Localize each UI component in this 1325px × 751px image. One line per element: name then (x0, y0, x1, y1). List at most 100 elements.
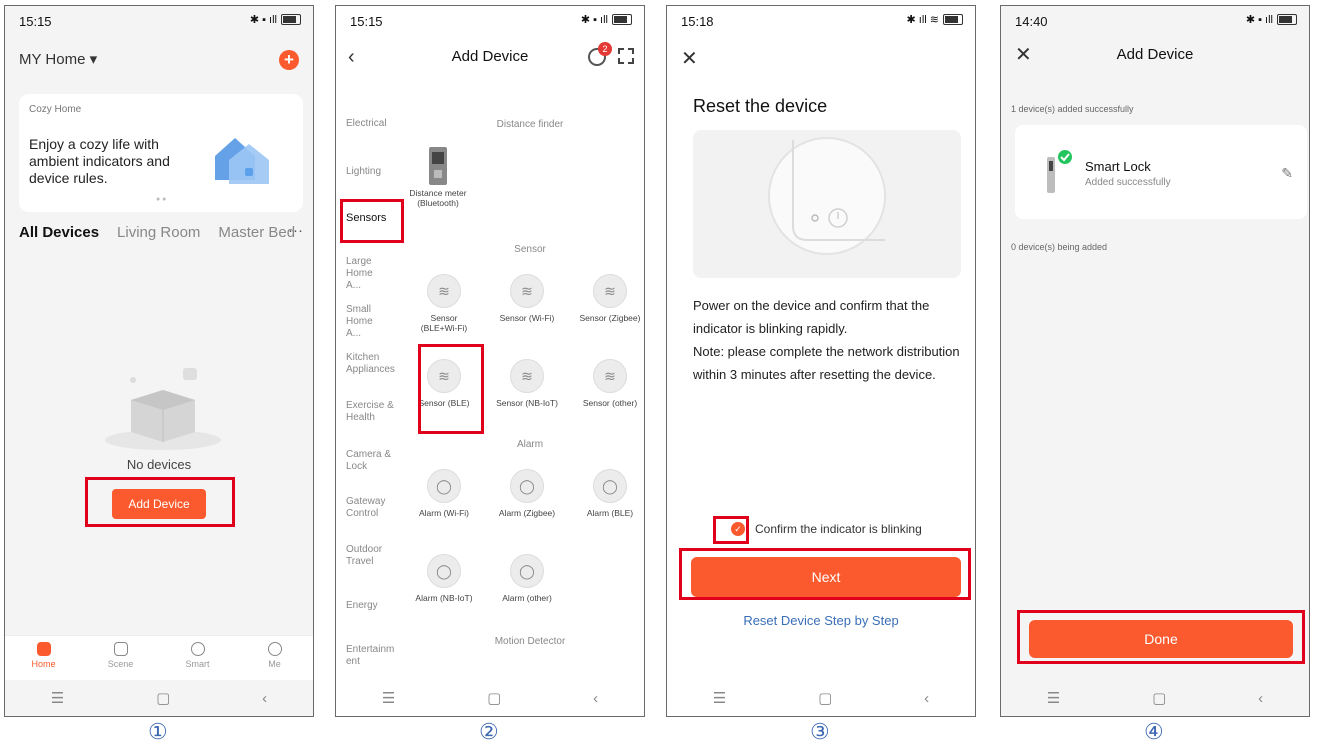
category-lighting[interactable]: Lighting (346, 166, 406, 178)
home-nav-icon[interactable]: ▢ (156, 689, 170, 707)
smart-lock-icon (1047, 150, 1072, 193)
carousel-dots: ● ● (156, 196, 167, 203)
highlight-next (679, 548, 971, 600)
device-alarm-nbiot[interactable]: ◯ Alarm (NB-IoT) (412, 554, 476, 603)
notification-badge: 2 (598, 42, 612, 56)
tab-scene-label: Scene (107, 659, 134, 669)
device-distance-meter[interactable]: Distance meter (Bluetooth) (406, 146, 470, 208)
status-time: 15:18 (681, 14, 714, 29)
status-bar: 15:15 ✱ ▪ ıll (5, 6, 313, 36)
section-motion-detector: Motion Detector (494, 636, 566, 647)
category-camera-lock[interactable]: Camera & Lock (346, 449, 396, 473)
highlight-sensor-ble (418, 344, 484, 434)
tab-scene[interactable]: Scene (91, 636, 151, 680)
edit-pencil-icon[interactable]: ✎ (1281, 165, 1293, 182)
highlight-done (1017, 610, 1305, 664)
alarm-icon: ◯ (510, 554, 544, 588)
screen-device-added: 14:40 ✱ ▪ ıll ✕ Add Device 1 device(s) a… (1000, 5, 1310, 717)
category-electrical[interactable]: Electrical (346, 118, 406, 130)
confirm-label[interactable]: Confirm the indicator is blinking (755, 522, 922, 536)
profile-icon (267, 642, 282, 656)
device-label: Alarm (other) (502, 593, 552, 603)
device-sensor-other[interactable]: ≋ Sensor (other) (578, 359, 642, 408)
back-nav-icon[interactable]: ‹ (1258, 690, 1263, 707)
highlight-checkbox (713, 516, 749, 544)
alarm-icon: ◯ (510, 469, 544, 503)
back-nav-icon[interactable]: ‹ (262, 690, 267, 707)
tab-smart[interactable]: Smart (168, 636, 228, 680)
device-alarm-zigbee[interactable]: ◯ Alarm (Zigbee) (495, 469, 559, 518)
system-nav-bar: ☰ ▢ ‹ (5, 680, 313, 716)
alarm-icon: ◯ (593, 469, 627, 503)
cozy-home-banner[interactable]: Cozy Home Enjoy a cozy life with ambient… (19, 94, 303, 212)
tab-master-bedroom[interactable]: Master Bed (218, 224, 295, 241)
device-label: Sensor (Wi-Fi) (499, 313, 555, 323)
category-kitchen[interactable]: Kitchen Appliances (346, 352, 406, 376)
home-selector[interactable]: MY Home ▾ (19, 50, 97, 68)
section-sensor: Sensor (514, 244, 546, 255)
page-title: Reset the device (693, 96, 828, 116)
category-small-home[interactable]: Small Home A... (346, 304, 386, 340)
sensor-wave-icon: ≋ (510, 274, 544, 308)
status-bar: 15:18 ✱ ıll ≋ (667, 6, 975, 36)
category-exercise[interactable]: Exercise & Health (346, 400, 396, 424)
device-sensor-ble-wifi[interactable]: ≋ Sensor (BLE+Wi-Fi) (412, 274, 476, 333)
home-nav-icon[interactable]: ▢ (487, 689, 501, 707)
device-sensor-nbiot[interactable]: ≋ Sensor (NB-IoT) (495, 359, 559, 408)
back-nav-icon[interactable]: ‹ (593, 690, 598, 707)
device-label: Sensor (Zigbee) (579, 313, 641, 323)
tab-home[interactable]: Home (14, 636, 74, 680)
scan-icon[interactable] (618, 48, 634, 64)
sensor-wave-icon: ≋ (593, 274, 627, 308)
more-icon[interactable]: ··· (288, 222, 303, 239)
home-nav-icon[interactable]: ▢ (818, 689, 832, 707)
category-outdoor[interactable]: Outdoor Travel (346, 544, 390, 568)
menu-nav-icon[interactable]: ☰ (51, 689, 64, 707)
device-sensor-zigbee[interactable]: ≋ Sensor (Zigbee) (578, 274, 642, 323)
add-icon[interactable]: + (279, 50, 299, 70)
notification-icon[interactable]: 2 (588, 42, 612, 66)
device-name: Smart Lock (1085, 159, 1151, 174)
status-bar: 15:15 ✱ ▪ ıll (336, 6, 644, 36)
home-icon (36, 642, 51, 656)
category-entertainment[interactable]: Entertainm ent (346, 644, 394, 668)
sensor-wave-icon: ≋ (510, 359, 544, 393)
battery-icon (281, 14, 301, 25)
adding-count-text: 0 device(s) being added (1011, 242, 1108, 252)
status-icons: ✱ ıll ≋ (907, 13, 963, 26)
device-alarm-ble[interactable]: ◯ Alarm (BLE) (578, 469, 642, 518)
bottom-tab-bar: Home Scene Smart Me (5, 635, 313, 680)
no-devices-text: No devices (126, 457, 192, 472)
device-label: Alarm (Wi-Fi) (418, 508, 470, 518)
alarm-icon: ◯ (427, 554, 461, 588)
status-icons: ✱ ▪ ıll (581, 13, 632, 26)
device-label: Alarm (BLE) (586, 508, 634, 518)
close-icon[interactable]: ✕ (681, 46, 698, 71)
room-tabs: All Devices Living Room Master Bed (19, 224, 295, 241)
tab-me[interactable]: Me (245, 636, 305, 680)
tab-all-devices[interactable]: All Devices (19, 224, 99, 241)
menu-nav-icon[interactable]: ☰ (1047, 689, 1060, 707)
device-alarm-wifi[interactable]: ◯ Alarm (Wi-Fi) (412, 469, 476, 518)
status-time: 15:15 (19, 14, 52, 29)
tab-living-room[interactable]: Living Room (117, 224, 200, 241)
banner-text: Enjoy a cozy life with ambient indicator… (29, 136, 170, 186)
device-label: Distance meter (Bluetooth) (409, 188, 467, 208)
device-card[interactable]: Smart Lock Added successfully ✎ (1015, 125, 1307, 219)
smart-icon (190, 642, 205, 656)
category-large-home[interactable]: Large Home A... (346, 256, 386, 292)
power-button-icon (768, 137, 886, 255)
device-alarm-other[interactable]: ◯ Alarm (other) (495, 554, 559, 603)
back-nav-icon[interactable]: ‹ (924, 690, 929, 707)
screen-add-device-categories: 15:15 ✱ ▪ ıll ‹ Add Device 2 Electrical … (335, 5, 645, 717)
category-gateway[interactable]: Gateway Control (346, 496, 390, 520)
menu-nav-icon[interactable]: ☰ (713, 689, 726, 707)
reset-step-by-step-link[interactable]: Reset Device Step by Step (667, 613, 975, 628)
device-label: Alarm (NB-IoT) (415, 593, 473, 603)
category-energy[interactable]: Energy (346, 600, 406, 612)
menu-nav-icon[interactable]: ☰ (382, 689, 395, 707)
distance-meter-icon (429, 147, 447, 185)
screen-reset-device: 15:18 ✱ ıll ≋ ✕ Reset the device Power o… (666, 5, 976, 717)
device-sensor-wifi[interactable]: ≋ Sensor (Wi-Fi) (495, 274, 559, 323)
home-nav-icon[interactable]: ▢ (1152, 689, 1166, 707)
